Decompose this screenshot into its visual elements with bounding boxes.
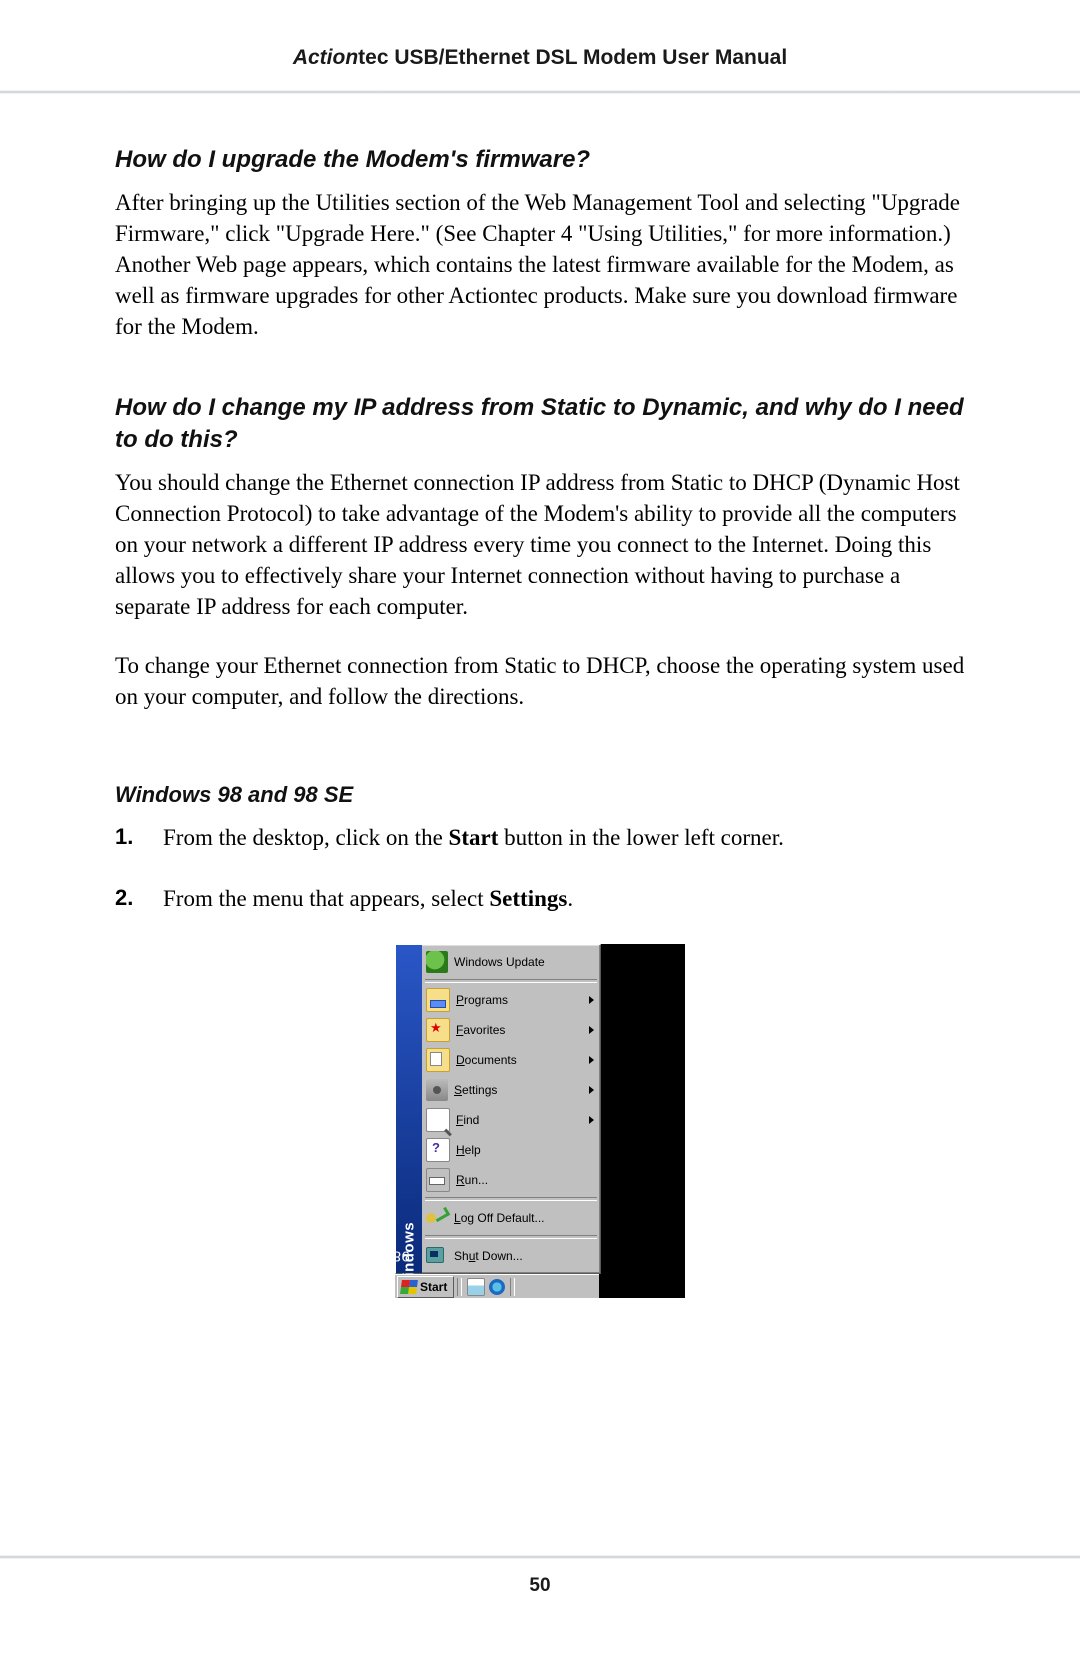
step1-pre: From the desktop, click on the xyxy=(163,825,449,850)
step2-bold: Settings xyxy=(489,886,567,911)
menu-item-programs[interactable]: Programs xyxy=(422,985,600,1015)
menu-label-settings: Settings xyxy=(454,1083,594,1097)
menu-item-find[interactable]: Find xyxy=(422,1105,600,1135)
win98-screenshot: Windows98 Windows Update Programs xyxy=(395,944,685,1298)
section2-body2: To change your Ethernet connection from … xyxy=(115,650,965,712)
programs-icon xyxy=(426,988,450,1012)
start-menu-banner: Windows98 xyxy=(396,945,422,1273)
menu-item-settings[interactable]: Settings xyxy=(422,1075,600,1105)
documents-icon xyxy=(426,1048,450,1072)
menu-item-shutdown[interactable]: Shut Down... xyxy=(422,1241,600,1271)
start-menu-list: Windows Update Programs Favorites xyxy=(422,945,600,1273)
start-button-label: Start xyxy=(420,1280,447,1294)
submenu-arrow-icon xyxy=(589,1056,594,1064)
menu-label-programs: Programs xyxy=(456,993,594,1007)
menu-separator xyxy=(425,979,597,983)
submenu-arrow-icon xyxy=(589,996,594,1004)
taskbar-black-area xyxy=(599,1274,685,1298)
menu-item-favorites[interactable]: Favorites xyxy=(422,1015,600,1045)
section1-body: After bringing up the Utilities section … xyxy=(115,187,965,342)
section2-heading: How do I change my IP address from Stati… xyxy=(115,392,965,454)
section1-heading: How do I upgrade the Modem's firmware? xyxy=(115,144,965,175)
win98-start-menu-figure: Windows98 Windows Update Programs xyxy=(395,944,685,1298)
section3-heading: Windows 98 and 98 SE xyxy=(115,782,965,808)
windows-update-icon xyxy=(426,951,448,973)
section2-body1: You should change the Ethernet connectio… xyxy=(115,467,965,622)
menu-label-shutdown: Shut Down... xyxy=(454,1249,594,1263)
steps-list: From the desktop, click on the Start but… xyxy=(115,822,965,914)
banner-rest: 98 xyxy=(392,1248,410,1265)
settings-icon xyxy=(426,1079,448,1101)
menu-label-favorites: Favorites xyxy=(456,1023,594,1037)
menu-label-run: Run... xyxy=(456,1173,594,1187)
menu-label-logoff: Log Off Default... xyxy=(454,1211,594,1225)
step-2: From the menu that appears, select Setti… xyxy=(115,883,965,914)
footer-rule xyxy=(0,1555,1080,1559)
run-icon xyxy=(426,1168,450,1192)
favorites-icon xyxy=(426,1018,450,1042)
menu-item-logoff[interactable]: Log Off Default... xyxy=(422,1203,600,1233)
header-title-rest: USB/Ethernet DSL Modem User Manual xyxy=(389,46,788,69)
show-desktop-icon[interactable] xyxy=(467,1278,485,1296)
menu-item-help[interactable]: Help xyxy=(422,1135,600,1165)
step2-post: . xyxy=(567,886,573,911)
brand-suffix: tec xyxy=(358,46,388,69)
content-area: How do I upgrade the Modem's firmware? A… xyxy=(0,94,1080,1298)
find-icon xyxy=(426,1108,450,1132)
step2-pre: From the menu that appears, select xyxy=(163,886,489,911)
submenu-arrow-icon xyxy=(589,1116,594,1124)
step1-bold: Start xyxy=(449,825,499,850)
start-button[interactable]: Start xyxy=(397,1276,454,1298)
page-header: Actiontec USB/Ethernet DSL Modem User Ma… xyxy=(0,0,1080,70)
menu-label-documents: Documents xyxy=(456,1053,594,1067)
submenu-arrow-icon xyxy=(589,1086,594,1094)
menu-label-find: Find xyxy=(456,1113,594,1127)
taskbar-separator xyxy=(510,1278,515,1296)
menu-label-help: Help xyxy=(456,1143,594,1157)
submenu-arrow-icon xyxy=(589,1026,594,1034)
step1-post: button in the lower left corner. xyxy=(498,825,784,850)
taskbar-separator xyxy=(457,1278,462,1296)
menu-item-run[interactable]: Run... xyxy=(422,1165,600,1195)
menu-label-windows-update: Windows Update xyxy=(454,955,594,969)
menu-item-documents[interactable]: Documents xyxy=(422,1045,600,1075)
windows-flag-icon xyxy=(400,1280,418,1294)
page-number: 50 xyxy=(0,1575,1080,1597)
desktop-black-area xyxy=(601,944,685,1274)
step-1: From the desktop, click on the Start but… xyxy=(115,822,965,853)
start-menu: Windows98 Windows Update Programs xyxy=(395,944,601,1274)
help-icon xyxy=(426,1138,450,1162)
taskbar: Start xyxy=(395,1274,599,1298)
menu-separator xyxy=(425,1197,597,1201)
menu-separator xyxy=(425,1235,597,1239)
shutdown-icon xyxy=(426,1245,448,1267)
brand-italic: Action xyxy=(293,46,358,69)
menu-item-windows-update[interactable]: Windows Update xyxy=(422,947,600,977)
internet-explorer-icon[interactable] xyxy=(489,1279,505,1295)
logoff-icon xyxy=(426,1207,448,1229)
